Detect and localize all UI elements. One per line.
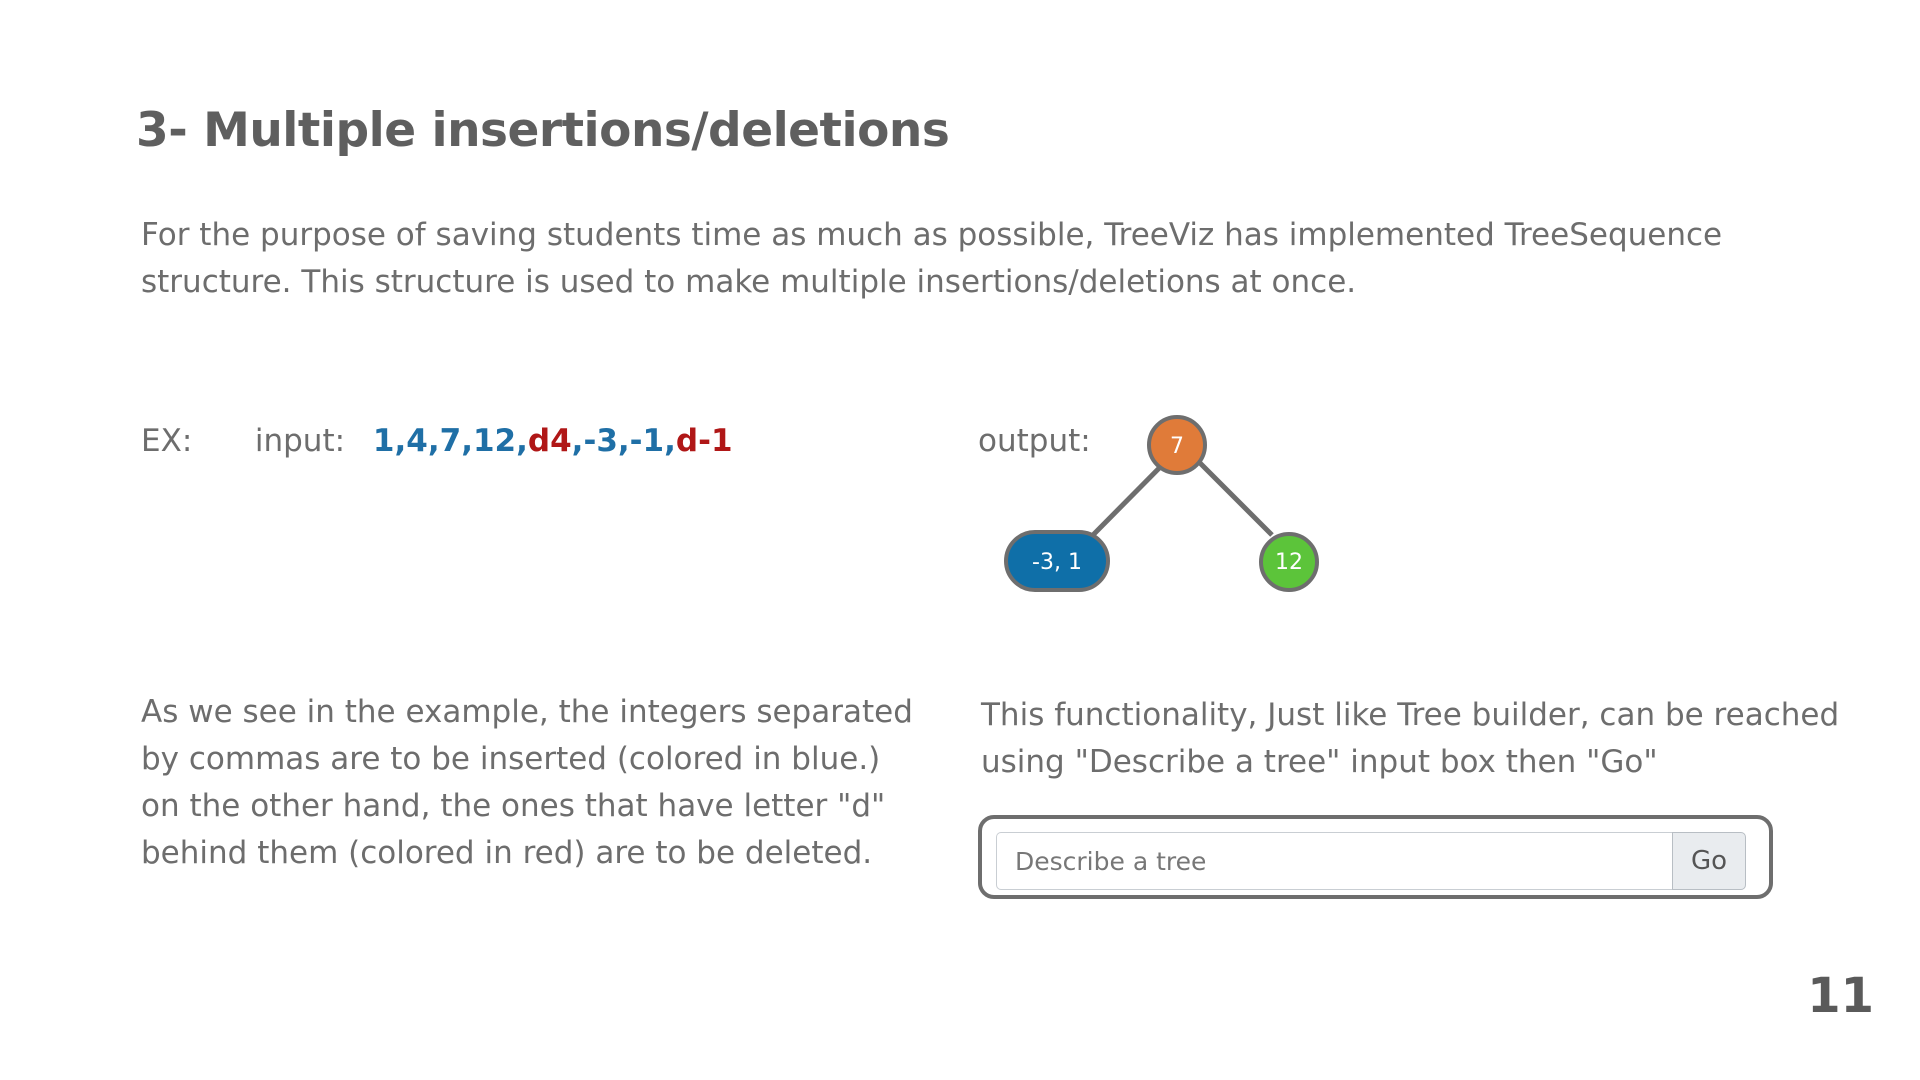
tree-node-right-label: 12	[1275, 550, 1303, 575]
token-insert: 1,	[372, 423, 407, 459]
token-delete: d4	[527, 423, 572, 459]
go-button[interactable]: Go	[1672, 832, 1746, 890]
token-insert: -1,	[629, 423, 676, 459]
example-row: EX: input: 1,4,7,12,d4,-3,-1,d-1	[141, 418, 733, 464]
page-number: 11	[1807, 968, 1874, 1024]
reach-note: This functionality, Just like Tree build…	[981, 697, 1840, 780]
ex-label: EX:	[141, 423, 193, 459]
output-tree: 7 -3, 1 12	[1004, 415, 1319, 592]
token-insert: 12,	[472, 423, 528, 459]
token-delete: d-1	[675, 423, 733, 459]
describe-tree-box: Go	[978, 815, 1773, 899]
intro-paragraph: For the purpose of saving students time …	[141, 217, 1723, 300]
explanation-paragraph: As we see in the example, the integers s…	[141, 694, 913, 871]
slide-title: 3- Multiple insertions/deletions	[136, 103, 950, 158]
describe-tree-input[interactable]	[996, 832, 1672, 890]
token-insert: 4,	[406, 423, 440, 459]
input-label: input:	[254, 423, 346, 459]
tree-node-left-label: -3, 1	[1032, 550, 1082, 575]
token-insert: 7,	[439, 423, 473, 459]
tree-node-root-label: 7	[1170, 434, 1184, 459]
token-insert: ,	[571, 423, 584, 459]
token-insert: -3,	[583, 423, 630, 459]
input-sequence: 1,4,7,12,d4,-3,-1,d-1	[373, 423, 733, 459]
